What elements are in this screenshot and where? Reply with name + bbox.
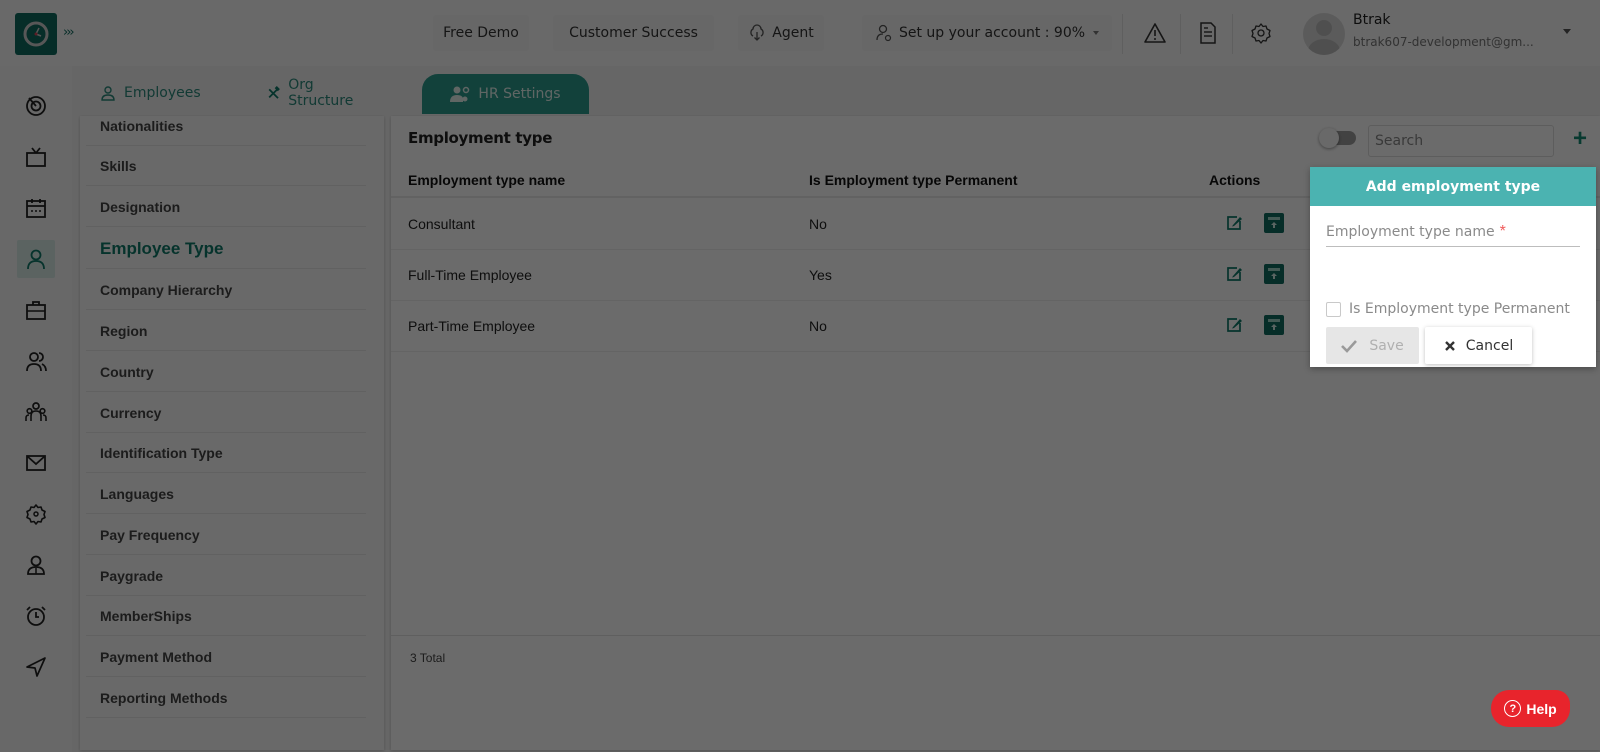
save-button[interactable]: Save	[1326, 327, 1419, 364]
add-employment-type-popup: Add employment type Employment type name…	[1310, 167, 1596, 367]
cancel-label: Cancel	[1465, 337, 1514, 354]
permanent-checkbox-label: Is Employment type Permanent	[1349, 301, 1570, 317]
help-label: Help	[1526, 700, 1557, 717]
close-icon	[1444, 340, 1455, 351]
employment-type-name-label: Employment type name	[1326, 224, 1495, 240]
help-button[interactable]: ? Help	[1491, 690, 1570, 727]
required-mark: *	[1499, 223, 1506, 240]
save-label: Save	[1369, 337, 1404, 354]
permanent-checkbox-row[interactable]: Is Employment type Permanent	[1326, 301, 1570, 317]
popup-title: Add employment type	[1310, 167, 1596, 206]
permanent-checkbox[interactable]	[1326, 301, 1341, 317]
employment-type-name-field[interactable]: Employment type name *	[1326, 223, 1580, 247]
modal-backdrop[interactable]	[0, 0, 1600, 752]
cancel-button[interactable]: Cancel	[1425, 327, 1532, 364]
check-icon	[1341, 339, 1358, 353]
help-icon: ?	[1504, 700, 1522, 717]
